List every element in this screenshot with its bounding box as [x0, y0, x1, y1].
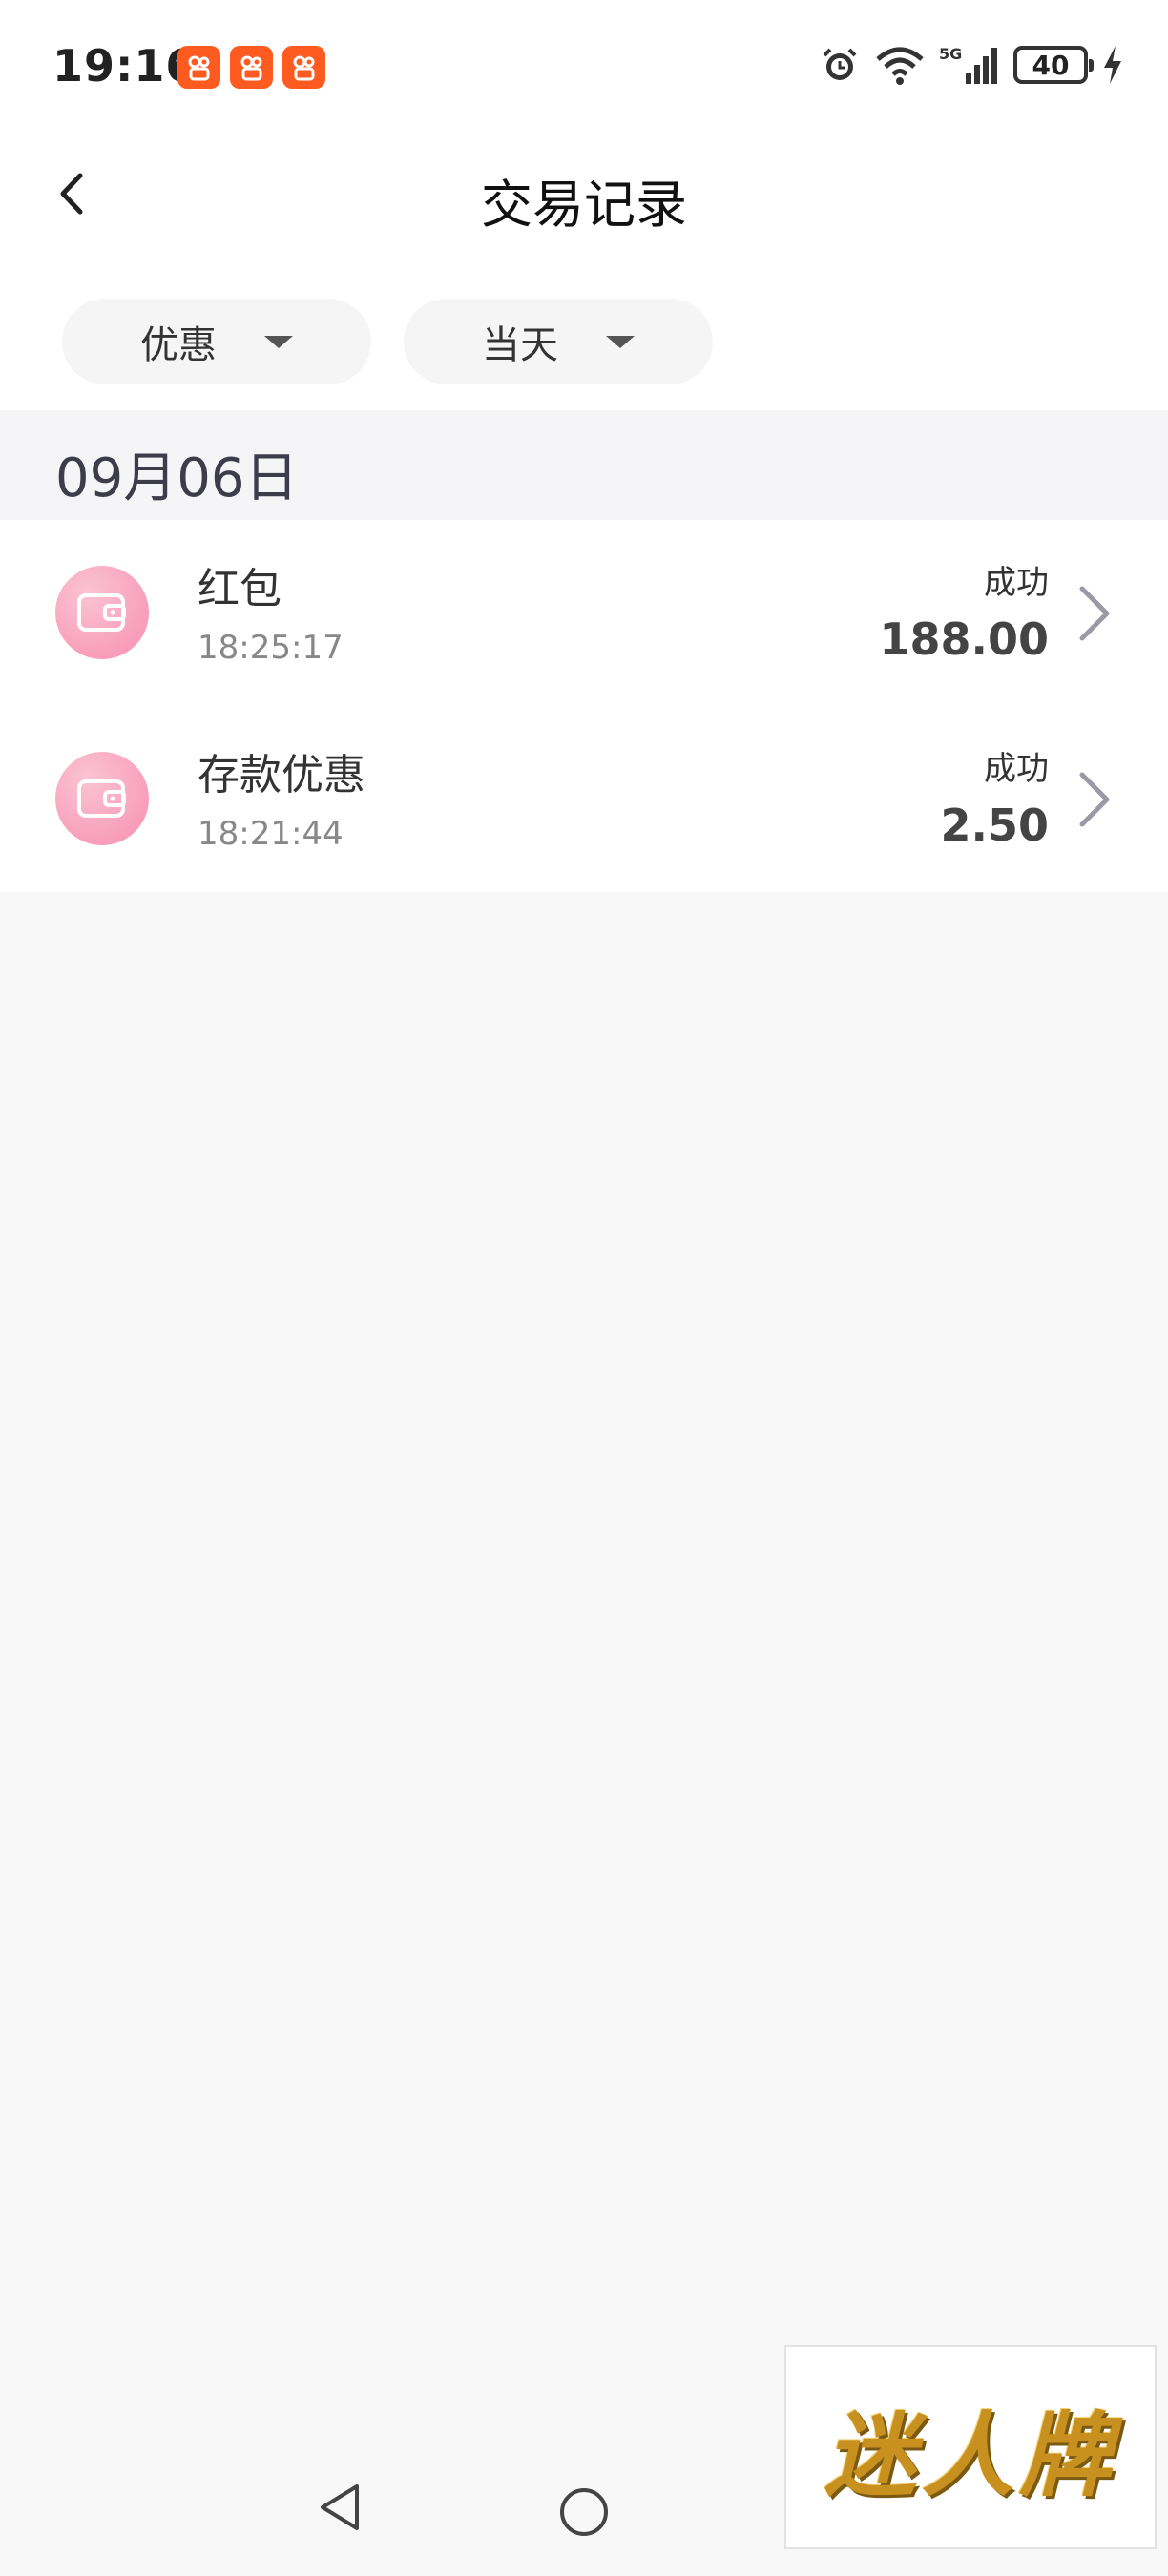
status-bar: 19:16 5G 40: [0, 0, 1168, 134]
transaction-name: 红包: [198, 565, 282, 613]
battery-level: 40: [1032, 49, 1070, 81]
notification-app-badges: [177, 46, 325, 89]
nav-home-button[interactable]: [560, 2488, 608, 2536]
caret-down-icon: [606, 335, 635, 348]
date-group-header: 09月06日: [0, 410, 1168, 520]
alarm-icon: [823, 48, 857, 80]
watermark-logo: 迷人牌: [784, 2345, 1157, 2549]
wallet-icon: [55, 566, 149, 659]
charging-bolt-icon: [1104, 46, 1121, 84]
date-group-label: 09月06日: [55, 447, 299, 509]
status-indicators: 5G 40: [819, 44, 1124, 86]
page-title: 交易记录: [481, 175, 687, 235]
filter-bar: 优惠 当天: [0, 258, 1168, 410]
transaction-status: 成功: [984, 564, 1049, 602]
watermark-text: 迷人牌: [824, 2401, 1116, 2509]
kuaishou-app-icon: [177, 46, 220, 89]
transaction-status: 成功: [984, 750, 1049, 788]
period-filter-dropdown[interactable]: 当天: [404, 299, 713, 384]
status-time: 19:16: [52, 40, 198, 92]
transaction-name: 存款优惠: [198, 751, 365, 800]
transaction-time: 18:25:17: [198, 629, 344, 667]
header: 交易记录: [0, 134, 1168, 258]
battery-icon: 40: [1013, 46, 1094, 84]
wallet-icon: [55, 752, 149, 845]
chevron-right-icon: [1079, 772, 1110, 827]
type-filter-label: 优惠: [140, 323, 217, 367]
type-filter-dropdown[interactable]: 优惠: [62, 299, 371, 384]
kuaishou-app-icon: [282, 46, 325, 89]
transaction-row[interactable]: 存款优惠 18:21:44 成功 2.50: [0, 706, 1168, 892]
transaction-amount: 2.50: [940, 800, 1050, 851]
transaction-list: 红包 18:25:17 成功 188.00 存款优惠 18:21:44 成功 2…: [0, 520, 1168, 892]
network-type-label: 5G: [939, 45, 962, 63]
signal-5g-icon: 5G: [939, 45, 997, 84]
nav-back-icon[interactable]: [315, 2481, 368, 2534]
transaction-row[interactable]: 红包 18:25:17 成功 188.00: [0, 520, 1168, 706]
transaction-records-page: 19:16 5G 40 交易记录 优惠 当天 09月06日 红包 18:25:1…: [0, 0, 1168, 2576]
caret-down-icon: [264, 335, 293, 348]
kuaishou-app-icon: [230, 46, 273, 89]
wifi-icon: [876, 47, 924, 85]
period-filter-label: 当天: [482, 323, 558, 367]
transaction-amount: 188.00: [879, 613, 1049, 665]
chevron-right-icon: [1079, 586, 1110, 641]
transaction-time: 18:21:44: [198, 815, 344, 853]
